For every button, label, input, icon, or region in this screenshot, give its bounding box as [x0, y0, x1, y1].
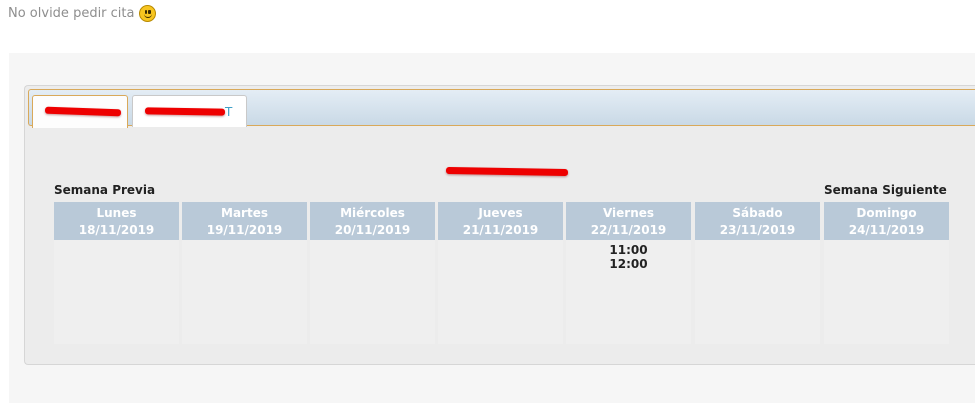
- day-column-lunes: Lunes 18/11/2019: [54, 202, 179, 344]
- day-slots: [54, 240, 179, 344]
- day-name: Jueves: [478, 206, 523, 220]
- tab-first[interactable]: [32, 95, 128, 128]
- prev-week-link[interactable]: Semana Previa: [54, 183, 155, 197]
- smiley-icon: [139, 5, 157, 22]
- day-name: Viernes: [602, 206, 655, 220]
- day-header: Lunes 18/11/2019: [54, 202, 179, 240]
- redaction-mark: [44, 106, 122, 117]
- day-slots: [310, 240, 435, 344]
- day-column-martes: Martes 19/11/2019: [182, 202, 307, 344]
- day-date: 20/11/2019: [334, 223, 411, 237]
- day-slots: [824, 240, 949, 344]
- day-header: Martes 19/11/2019: [182, 202, 307, 240]
- day-date: 18/11/2019: [78, 223, 155, 237]
- day-date: 21/11/2019: [462, 223, 539, 237]
- day-name: Miércoles: [340, 206, 405, 220]
- day-column-domingo: Domingo 24/11/2019: [824, 202, 949, 344]
- day-column-viernes: Viernes 22/11/2019 11:00 12:00: [566, 202, 691, 344]
- day-date: 24/11/2019: [848, 223, 925, 237]
- day-slots: 11:00 12:00: [566, 240, 691, 344]
- day-name: Domingo: [856, 206, 917, 220]
- day-slots: [182, 240, 307, 344]
- day-column-miercoles: Miércoles 20/11/2019: [310, 202, 435, 344]
- time-slot[interactable]: 11:00: [566, 243, 691, 257]
- day-header: Domingo 24/11/2019: [824, 202, 949, 240]
- tab-second-label: T: [225, 104, 233, 119]
- day-column-jueves: Jueves 21/11/2019: [438, 202, 563, 344]
- time-slot[interactable]: 12:00: [566, 257, 691, 271]
- day-header: Miércoles 20/11/2019: [310, 202, 435, 240]
- day-date: 23/11/2019: [719, 223, 796, 237]
- day-name: Lunes: [96, 206, 137, 220]
- day-slots: [438, 240, 563, 344]
- day-header: Sábado 23/11/2019: [695, 202, 820, 240]
- day-date: 19/11/2019: [206, 223, 283, 237]
- day-name: Martes: [221, 206, 268, 220]
- day-name: Sábado: [732, 206, 783, 220]
- tab-second[interactable]: T: [132, 95, 247, 127]
- day-header: Jueves 21/11/2019: [438, 202, 563, 240]
- day-date: 22/11/2019: [590, 223, 667, 237]
- day-slots: [695, 240, 820, 344]
- day-column-sabado: Sábado 23/11/2019: [695, 202, 820, 344]
- intro-message: No olvide pedir cita: [8, 5, 157, 22]
- tab-bar: T: [28, 89, 975, 128]
- next-week-link[interactable]: Semana Siguiente: [824, 183, 947, 197]
- intro-text: No olvide pedir cita: [8, 6, 135, 21]
- redaction-mark: [144, 107, 226, 116]
- day-header: Viernes 22/11/2019: [566, 202, 691, 240]
